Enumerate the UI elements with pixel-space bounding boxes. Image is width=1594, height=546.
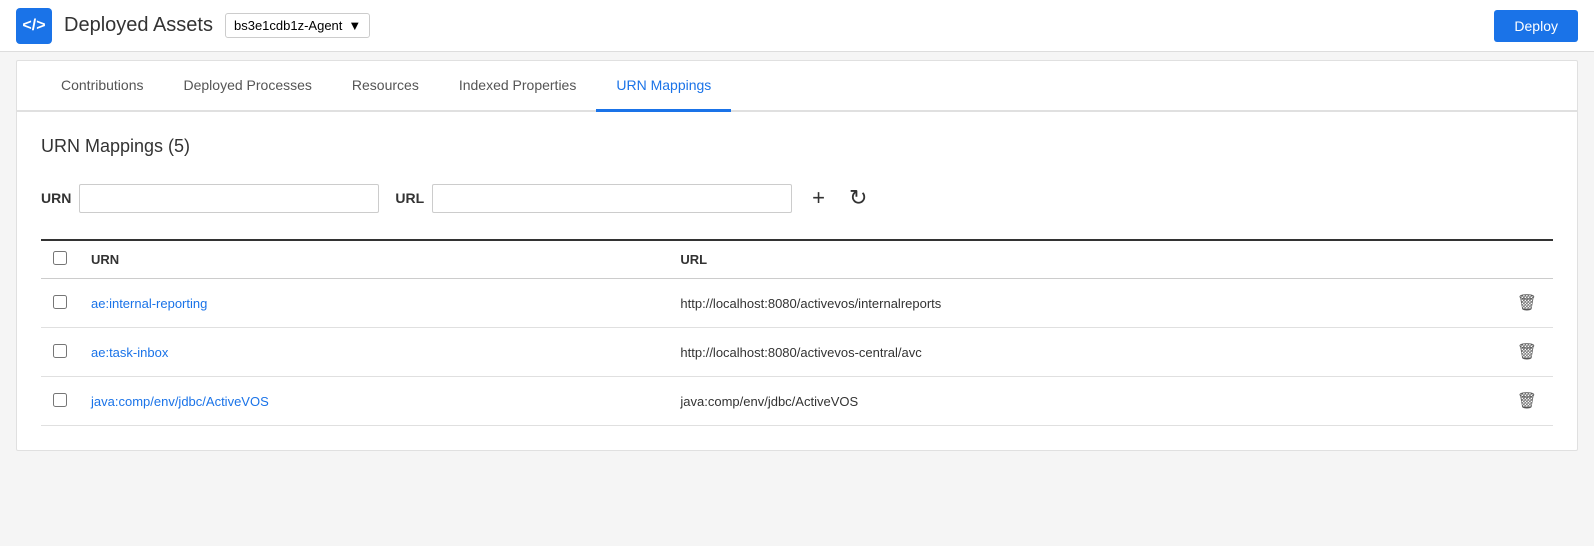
table-row: ae:task-inbox http://localhost:8080/activ…	[41, 328, 1553, 377]
row-url: http://localhost:8080/activevos-central/…	[668, 328, 1500, 377]
add-button[interactable]: +	[808, 181, 829, 215]
main-content: Contributions Deployed Processes Resourc…	[16, 60, 1578, 451]
tabs: Contributions Deployed Processes Resourc…	[17, 61, 1577, 112]
row-urn: ae:internal-reporting	[79, 279, 668, 328]
tab-contributions[interactable]: Contributions	[41, 61, 164, 112]
tab-urn-mappings[interactable]: URN Mappings	[596, 61, 731, 112]
refresh-icon: ↻	[849, 185, 867, 211]
select-all-checkbox[interactable]	[53, 251, 67, 265]
content-area: URN Mappings (5) URN URL + ↻	[17, 112, 1577, 450]
section-title: URN Mappings (5)	[41, 136, 1553, 157]
urn-link[interactable]: ae:internal-reporting	[91, 296, 207, 311]
row-delete-cell: 🗑	[1501, 279, 1553, 328]
row-url: http://localhost:8080/activevos/internal…	[668, 279, 1500, 328]
row-checkbox-2[interactable]	[53, 393, 67, 407]
deploy-button[interactable]: Deploy	[1494, 10, 1578, 42]
header-left: </> Deployed Assets bs3e1cdb1z-Agent ▼	[16, 8, 370, 44]
urn-label: URN	[41, 190, 71, 206]
delete-button-0[interactable]: 🗑	[1513, 289, 1541, 317]
table-row: java:comp/env/jdbc/ActiveVOS java:comp/en…	[41, 377, 1553, 426]
app-icon: </>	[16, 8, 52, 44]
urn-input[interactable]	[79, 184, 379, 213]
delete-button-2[interactable]: 🗑	[1513, 387, 1541, 415]
header-urn: URN	[79, 240, 668, 279]
header-url: URL	[668, 240, 1500, 279]
tab-resources[interactable]: Resources	[332, 61, 439, 112]
row-delete-cell: 🗑	[1501, 328, 1553, 377]
tab-deployed-processes[interactable]: Deployed Processes	[164, 61, 332, 112]
header-actions	[1501, 240, 1553, 279]
urn-link[interactable]: ae:task-inbox	[91, 345, 168, 360]
row-urn: java:comp/env/jdbc/ActiveVOS	[79, 377, 668, 426]
plus-icon: +	[812, 185, 825, 211]
urn-form-group: URN	[41, 184, 379, 213]
url-label: URL	[395, 190, 424, 206]
tab-indexed-properties[interactable]: Indexed Properties	[439, 61, 597, 112]
delete-button-1[interactable]: 🗑	[1513, 338, 1541, 366]
row-url: java:comp/env/jdbc/ActiveVOS	[668, 377, 1500, 426]
row-urn: ae:task-inbox	[79, 328, 668, 377]
app-title: Deployed Assets	[64, 14, 213, 37]
url-form-group: URL	[395, 184, 792, 213]
row-checkbox-0[interactable]	[53, 295, 67, 309]
row-delete-cell: 🗑	[1501, 377, 1553, 426]
row-checkbox-1[interactable]	[53, 344, 67, 358]
header-checkbox-col	[41, 240, 79, 279]
row-checkbox-cell	[41, 377, 79, 426]
chevron-down-icon: ▼	[348, 18, 361, 33]
table-row: ae:internal-reporting http://localhost:80…	[41, 279, 1553, 328]
urn-link[interactable]: java:comp/env/jdbc/ActiveVOS	[91, 394, 269, 409]
agent-dropdown-value: bs3e1cdb1z-Agent	[234, 18, 342, 33]
agent-dropdown[interactable]: bs3e1cdb1z-Agent ▼	[225, 13, 370, 38]
row-checkbox-cell	[41, 328, 79, 377]
form-row: URN URL + ↻	[41, 181, 1553, 215]
header: </> Deployed Assets bs3e1cdb1z-Agent ▼ D…	[0, 0, 1594, 52]
url-input[interactable]	[432, 184, 792, 213]
row-checkbox-cell	[41, 279, 79, 328]
refresh-button[interactable]: ↻	[845, 181, 871, 215]
urn-table: URN URL ae:internal-reporting http://loca…	[41, 239, 1553, 426]
table-header-row: URN URL	[41, 240, 1553, 279]
